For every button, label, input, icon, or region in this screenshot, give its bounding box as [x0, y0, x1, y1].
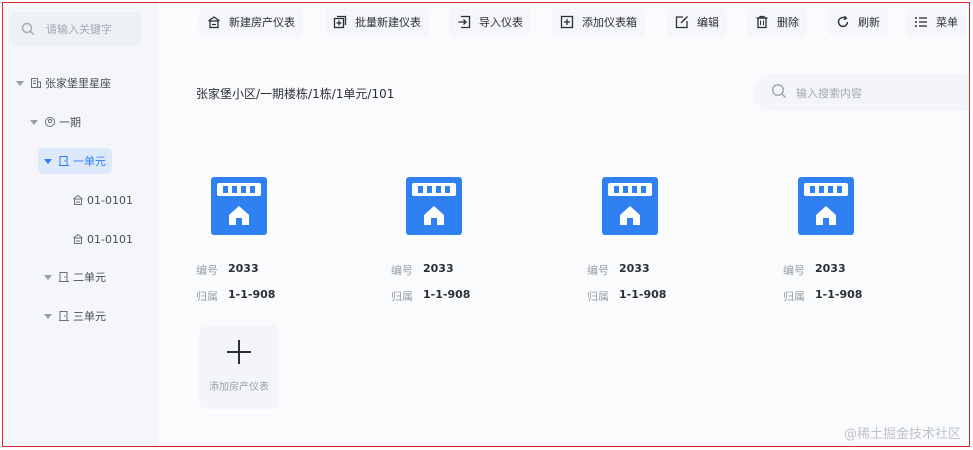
meter-id-row: 编号 2033: [391, 262, 454, 278]
import-meter-button[interactable]: 导入仪表: [449, 8, 531, 36]
trash-icon: [755, 15, 769, 29]
search-icon: [771, 83, 787, 103]
meter-icon: [406, 177, 462, 235]
meter-id-row: 编号 2033: [196, 262, 259, 278]
import-icon: [457, 15, 471, 29]
meter-icon: [798, 177, 854, 235]
meter-card[interactable]: 编号 2033 归属 1-1-908: [391, 177, 531, 312]
toolbar-label: 新建房产仪表: [229, 16, 295, 29]
meter-id-row: 编号 2033: [587, 262, 650, 278]
building-icon: [30, 77, 42, 89]
location-pin-icon: [44, 116, 56, 128]
meter-id-row: 编号 2033: [783, 262, 846, 278]
tree-node-room[interactable]: 01-0101: [66, 226, 139, 252]
meter-owner-label: 归属: [783, 290, 805, 303]
caret-down-icon[interactable]: [44, 158, 52, 164]
caret-down-icon[interactable]: [16, 80, 24, 86]
new-meter-button[interactable]: 新建房产仪表: [199, 8, 303, 36]
meter-id-value: 2033: [423, 262, 454, 275]
door-icon: [58, 310, 70, 322]
meter-id-label: 编号: [391, 264, 413, 277]
edit-button[interactable]: 编辑: [667, 8, 727, 36]
edit-icon: [675, 15, 689, 29]
caret-down-icon[interactable]: [44, 313, 52, 319]
toolbar-label: 刷新: [858, 16, 880, 29]
tree-node-label: 三单元: [73, 310, 106, 323]
meter-owner-value: 1-1-908: [619, 288, 667, 301]
tree-node-unit-3[interactable]: 三单元: [38, 303, 112, 329]
tree-node-phase[interactable]: 一期: [24, 109, 87, 135]
meter-card[interactable]: 编号 2033 归属 1-1-908: [587, 177, 727, 312]
room-icon: [72, 194, 84, 206]
meter-owner-label: 归属: [196, 290, 218, 303]
meter-owner-row: 归属 1-1-908: [783, 288, 862, 304]
tree-node-label: 二单元: [73, 271, 106, 284]
toolbar-label: 导入仪表: [479, 16, 523, 29]
meter-owner-row: 归属 1-1-908: [196, 288, 275, 304]
meter-owner-value: 1-1-908: [423, 288, 471, 301]
toolbar-label: 编辑: [697, 16, 719, 29]
refresh-button[interactable]: 刷新: [828, 8, 888, 36]
sidebar-search-input[interactable]: 请输入关键字: [10, 12, 141, 46]
meter-id-label: 编号: [587, 264, 609, 277]
search-placeholder: 请输入关键字: [46, 23, 112, 36]
toolbar-label: 删除: [777, 16, 799, 29]
add-box-icon: [560, 15, 574, 29]
add-meter-label: 添加房产仪表: [209, 382, 269, 393]
plus-icon: [227, 340, 251, 364]
meter-owner-value: 1-1-908: [815, 288, 863, 301]
add-meter-box-button[interactable]: 添加仪表箱: [552, 8, 645, 36]
tree-node-label: 01-0101: [87, 232, 133, 246]
tree-node-unit-2[interactable]: 二单元: [38, 264, 112, 290]
search-icon: [21, 22, 35, 36]
meter-id-value: 2033: [815, 262, 846, 275]
tree-node-label: 一期: [59, 116, 81, 129]
app-window: 请输入关键字 张家堡里星座 一期 一单元 01-0101 01-0101 二单元…: [2, 2, 970, 447]
meter-owner-label: 归属: [587, 290, 609, 303]
toolbar-label: 批量新建仪表: [355, 16, 421, 29]
meter-id-label: 编号: [783, 264, 805, 277]
toolbar-label: 菜单: [936, 16, 958, 29]
sidebar: 请输入关键字 张家堡里星座 一期 一单元 01-0101 01-0101 二单元…: [3, 3, 158, 446]
meter-icon: [602, 177, 658, 235]
breadcrumb: 张家堡小区/一期楼栋/1栋/1单元/101: [196, 87, 395, 101]
search-placeholder: 输入搜索内容: [796, 87, 862, 100]
caret-down-icon[interactable]: [30, 119, 38, 125]
delete-button[interactable]: 删除: [747, 8, 807, 36]
door-icon: [58, 271, 70, 283]
door-icon: [58, 155, 70, 167]
menu-button[interactable]: 菜单: [906, 8, 966, 36]
tree-node-room[interactable]: 01-0101: [66, 187, 139, 213]
meter-id-value: 2033: [619, 262, 650, 275]
building-icon: [207, 15, 221, 29]
batch-add-icon: [333, 15, 347, 29]
caret-down-icon[interactable]: [44, 274, 52, 280]
tree-node-label: 张家堡里星座: [45, 77, 111, 90]
meter-owner-label: 归属: [391, 290, 413, 303]
meter-owner-row: 归属 1-1-908: [587, 288, 666, 304]
tree-node-unit-1[interactable]: 一单元: [38, 148, 112, 174]
meter-owner-row: 归属 1-1-908: [391, 288, 470, 304]
watermark: @稀土掘金技术社区: [843, 427, 961, 442]
meter-card[interactable]: 编号 2033 归属 1-1-908: [783, 177, 923, 312]
tree-node-label: 一单元: [73, 155, 106, 168]
main-search-input[interactable]: 输入搜索内容: [753, 75, 969, 111]
meter-id-value: 2033: [228, 262, 259, 275]
tree-node-label: 01-0101: [87, 193, 133, 207]
toolbar-label: 添加仪表箱: [582, 16, 637, 29]
refresh-icon: [836, 15, 850, 29]
batch-new-meter-button[interactable]: 批量新建仪表: [325, 8, 429, 36]
room-icon: [72, 233, 84, 245]
meter-card[interactable]: 编号 2033 归属 1-1-908: [196, 177, 336, 312]
tree-node-building[interactable]: 张家堡里星座: [10, 70, 117, 96]
add-meter-card-button[interactable]: 添加房产仪表: [199, 325, 279, 409]
meter-icon: [211, 177, 267, 235]
menu-icon: [914, 15, 928, 29]
meter-owner-value: 1-1-908: [228, 288, 276, 301]
meter-id-label: 编号: [196, 264, 218, 277]
